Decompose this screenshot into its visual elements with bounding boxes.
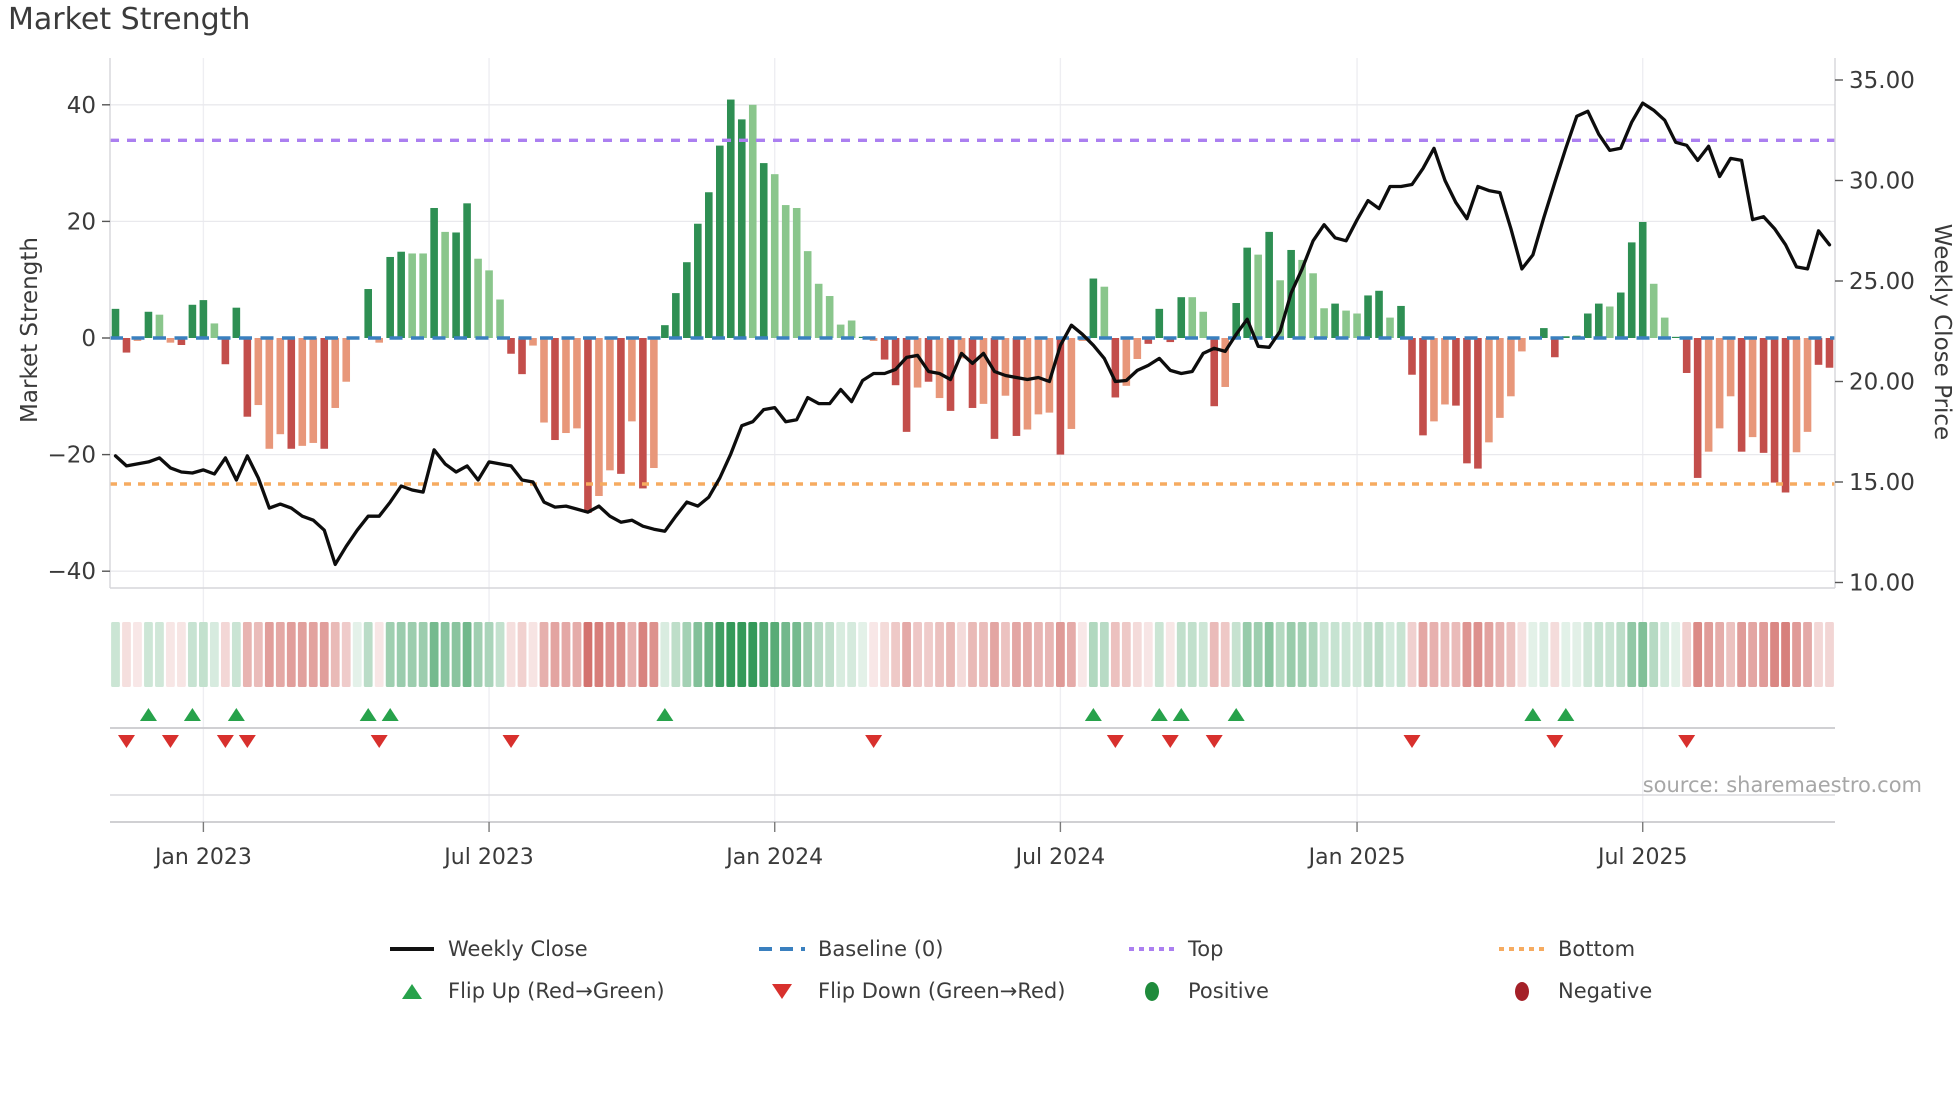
legend-item-baseline: Baseline (0) [756, 937, 1126, 961]
bottom-dotted-icon [1496, 947, 1548, 951]
legend-item-negative: Negative [1496, 979, 1866, 1003]
legend-item-flip-up: Flip Up (Red→Green) [386, 979, 756, 1003]
svg-text:Jul 2025: Jul 2025 [1596, 845, 1688, 870]
svg-text:Jul 2023: Jul 2023 [442, 845, 534, 870]
legend-item-positive: Positive [1126, 979, 1496, 1003]
svg-text:Jul 2024: Jul 2024 [1014, 845, 1106, 870]
svg-text:40: 40 [67, 93, 96, 119]
svg-text:15.00: 15.00 [1849, 470, 1915, 496]
legend: Weekly Close Baseline (0) Top Bottom Fli… [386, 928, 1866, 1012]
svg-text:20: 20 [67, 209, 96, 235]
svg-text:−40: −40 [47, 559, 96, 585]
svg-text:10.00: 10.00 [1849, 571, 1915, 597]
svg-text:35.00: 35.00 [1849, 68, 1915, 94]
svg-text:30.00: 30.00 [1849, 169, 1915, 195]
legend-item-bottom: Bottom [1496, 937, 1866, 961]
source-credit: source: sharemaestro.com [1642, 773, 1922, 797]
legend-label: Baseline (0) [818, 937, 944, 961]
legend-label: Top [1188, 937, 1224, 961]
svg-text:25.00: 25.00 [1849, 269, 1915, 295]
flip-down-triangle-icon [756, 983, 808, 999]
legend-label: Bottom [1558, 937, 1636, 961]
weekly-close-line-icon [386, 947, 438, 951]
top-dotted-icon [1126, 947, 1178, 951]
legend-label: Flip Down (Green→Red) [818, 979, 1066, 1003]
svg-text:Jan 2025: Jan 2025 [1307, 845, 1406, 870]
svg-text:Jan 2024: Jan 2024 [724, 845, 823, 870]
svg-text:20.00: 20.00 [1849, 370, 1915, 396]
svg-text:−20: −20 [47, 443, 96, 469]
legend-label: Negative [1558, 979, 1653, 1003]
legend-item-flip-down: Flip Down (Green→Red) [756, 979, 1126, 1003]
baseline-dash-icon [756, 947, 808, 951]
legend-label: Flip Up (Red→Green) [448, 979, 665, 1003]
flip-up-triangle-icon [386, 983, 438, 999]
figure: Market Strength Market Strength Weekly C… [0, 0, 1960, 1102]
legend-item-weekly-close: Weekly Close [386, 937, 756, 961]
svg-text:Jan 2023: Jan 2023 [153, 845, 252, 870]
negative-circle-icon [1496, 981, 1548, 1001]
legend-item-top: Top [1126, 937, 1496, 961]
svg-text:0: 0 [81, 326, 96, 352]
positive-circle-icon [1126, 981, 1178, 1001]
legend-label: Weekly Close [448, 937, 588, 961]
legend-label: Positive [1188, 979, 1269, 1003]
